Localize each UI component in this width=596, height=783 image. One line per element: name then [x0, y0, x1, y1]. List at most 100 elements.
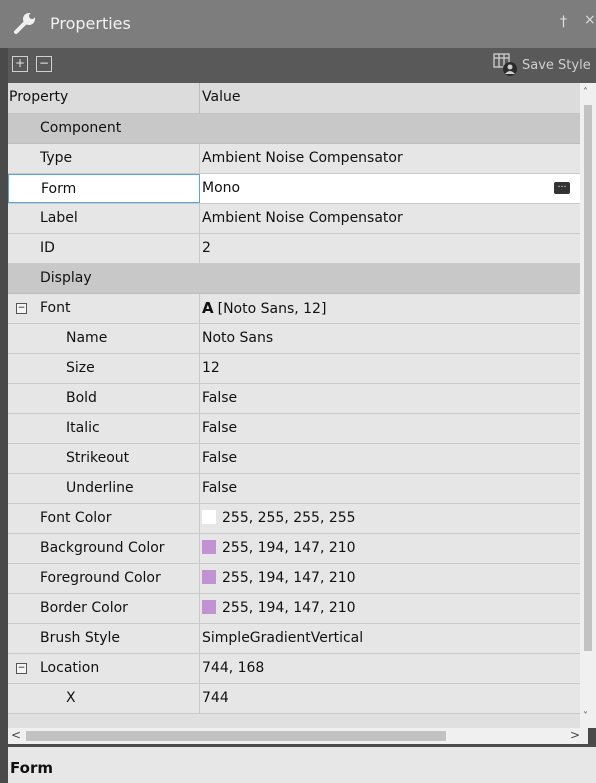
property-name-cell[interactable]: ID [8, 234, 200, 263]
property-value-cell[interactable]: 255, 255, 255, 255 [202, 504, 580, 533]
property-value-cell[interactable]: False [202, 384, 580, 413]
scroll-right-icon[interactable]: > [570, 728, 580, 742]
save-style-label: Save Style [522, 58, 591, 73]
property-value-cell[interactable]: Ambient Noise Compensator [202, 144, 580, 173]
property-name-cell[interactable]: Underline [8, 474, 200, 503]
property-name-cell[interactable]: Location − [8, 654, 200, 683]
property-name-cell[interactable]: Display [8, 264, 408, 293]
property-name-cell[interactable]: Name [8, 324, 200, 353]
property-name: X [66, 690, 76, 706]
property-name: Font Color [40, 510, 112, 526]
property-value-cell[interactable]: 12 [202, 354, 580, 383]
property-value-cell[interactable]: 255, 194, 147, 210 [202, 534, 580, 563]
property-row[interactable]: Strikeout False [8, 444, 580, 474]
property-name-cell[interactable]: Size [8, 354, 200, 383]
value-column-header[interactable]: Value [202, 89, 240, 105]
property-name-cell[interactable]: Form [8, 174, 200, 203]
property-value-cell[interactable]: A [Noto Sans, 12] [202, 294, 580, 323]
property-row[interactable]: ID 2 [8, 234, 580, 264]
property-name: Bold [66, 390, 97, 406]
horizontal-scrollbar[interactable]: < > [8, 728, 588, 744]
property-name-cell[interactable]: X [8, 684, 200, 713]
property-value: Mono [202, 180, 241, 196]
property-row[interactable]: Label Ambient Noise Compensator [8, 204, 580, 234]
property-value-cell[interactable]: 255, 194, 147, 210 [202, 594, 580, 623]
property-row[interactable]: Background Color 255, 194, 147, 210 [8, 534, 580, 564]
property-row[interactable]: Brush Style SimpleGradientVertical [8, 624, 580, 654]
property-rows: Component Type Ambient Noise Compensator Fo… [8, 114, 580, 714]
property-value: False [202, 390, 238, 406]
property-name-cell[interactable]: Type [8, 144, 200, 173]
property-name-cell[interactable]: Border Color [8, 594, 200, 623]
property-value-cell[interactable]: False [202, 474, 580, 503]
scroll-left-icon[interactable]: < [11, 728, 21, 742]
property-name-cell[interactable]: Bold [8, 384, 200, 413]
property-value-cell[interactable]: 744, 168 [202, 654, 580, 683]
collapse-all-button[interactable]: − [36, 56, 52, 72]
property-value-cell[interactable]: Mono … [200, 174, 580, 203]
property-name: Border Color [40, 600, 128, 616]
property-value: 255, 255, 255, 255 [222, 510, 356, 526]
collapse-toggle-icon[interactable]: − [16, 303, 27, 314]
property-name-cell[interactable]: Label [8, 204, 200, 233]
property-row[interactable]: Type Ambient Noise Compensator [8, 144, 580, 174]
pin-icon[interactable]: † [560, 14, 567, 30]
property-row[interactable]: X 744 [8, 684, 580, 714]
property-row[interactable]: Font Color 255, 255, 255, 255 [8, 504, 580, 534]
category-row[interactable]: Display [8, 264, 580, 294]
property-row[interactable]: Size 12 [8, 354, 580, 384]
property-name-cell[interactable]: Background Color [8, 534, 200, 563]
property-name-cell[interactable]: Strikeout [8, 444, 200, 473]
vertical-scrollbar[interactable]: ˄ ˅ [580, 83, 596, 728]
property-name: Label [40, 210, 78, 226]
property-name-cell[interactable]: Component [8, 114, 408, 143]
property-value-cell[interactable]: 744 [202, 684, 580, 713]
property-row[interactable]: Bold False [8, 384, 580, 414]
property-value-cell[interactable]: False [202, 414, 580, 443]
vertical-scroll-thumb[interactable] [584, 105, 592, 651]
property-name-cell[interactable]: Foreground Color [8, 564, 200, 593]
property-row[interactable]: Foreground Color 255, 194, 147, 210 [8, 564, 580, 594]
property-value-cell[interactable]: 255, 194, 147, 210 [202, 564, 580, 593]
property-value: 744, 168 [202, 660, 265, 676]
category-row[interactable]: Component [8, 114, 580, 144]
property-column-header[interactable]: Property [8, 83, 200, 113]
grid-header: Property Value [8, 83, 580, 114]
property-value: 744 [202, 690, 229, 706]
collapse-toggle-icon[interactable]: − [16, 663, 27, 674]
property-name-cell[interactable]: Italic [8, 414, 200, 443]
property-row[interactable]: Font − A [Noto Sans, 12] [8, 294, 580, 324]
property-name: Underline [66, 480, 134, 496]
property-name-cell[interactable]: Brush Style [8, 624, 200, 653]
expand-all-button[interactable]: + [12, 56, 28, 72]
property-row[interactable]: Underline False [8, 474, 580, 504]
property-value: False [202, 480, 238, 496]
property-name-cell[interactable]: Font Color [8, 504, 200, 533]
scroll-up-icon[interactable]: ˄ [583, 87, 588, 98]
property-row[interactable]: Location − 744, 168 [8, 654, 580, 684]
color-swatch [202, 510, 216, 524]
property-value-cell[interactable]: SimpleGradientVertical [202, 624, 580, 653]
property-value-cell[interactable]: 2 [202, 234, 580, 263]
ellipsis-button-icon[interactable]: … [554, 181, 570, 194]
property-value-cell[interactable]: False [202, 444, 580, 473]
property-row[interactable]: Form Mono … [8, 174, 580, 204]
property-value-cell[interactable]: Ambient Noise Compensator [202, 204, 580, 233]
property-name: Display [40, 270, 92, 286]
property-row[interactable]: Border Color 255, 194, 147, 210 [8, 594, 580, 624]
property-value: Noto Sans [202, 330, 274, 346]
description-title: Form [10, 759, 53, 777]
property-value: SimpleGradientVertical [202, 630, 364, 646]
property-name-cell[interactable]: Font − [8, 294, 200, 323]
property-value: 2 [202, 240, 211, 256]
property-value: 255, 194, 147, 210 [222, 540, 356, 556]
property-row[interactable]: Name Noto Sans [8, 324, 580, 354]
property-value-cell[interactable]: Noto Sans [202, 324, 580, 353]
horizontal-scroll-thumb[interactable] [26, 731, 446, 741]
property-row[interactable]: Italic False [8, 414, 580, 444]
property-name: Background Color [40, 540, 165, 556]
scroll-down-icon[interactable]: ˅ [583, 711, 588, 722]
description-pane: Form [8, 747, 596, 783]
close-icon[interactable]: × [584, 12, 596, 28]
property-name: Name [66, 330, 108, 346]
